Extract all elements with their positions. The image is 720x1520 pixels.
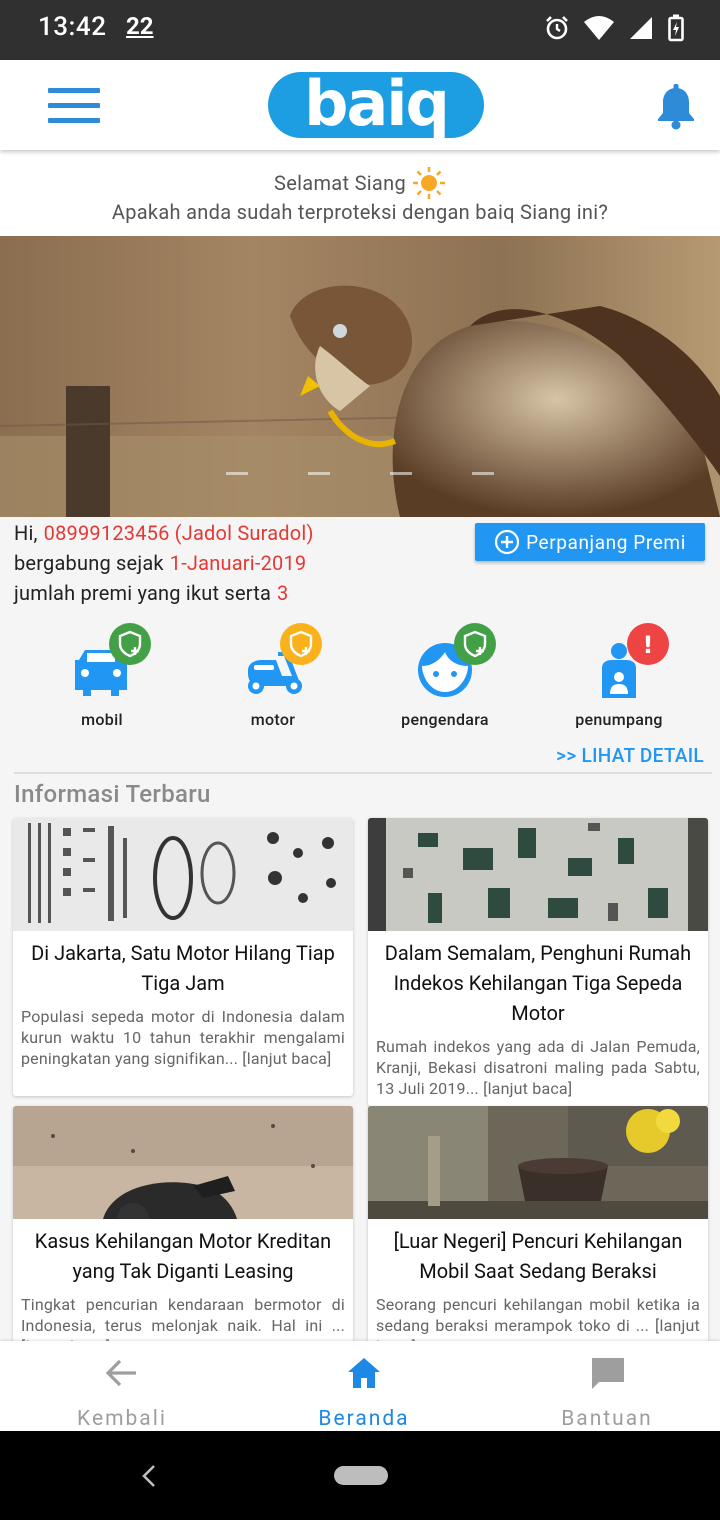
news-image-parts — [13, 818, 353, 931]
joined-row: bergabung sejak 1-Januari-2019 — [14, 551, 306, 575]
sun-icon — [412, 167, 445, 199]
coverage-pengendara[interactable]: pengendara — [370, 620, 520, 735]
notification-bell-icon[interactable] — [654, 84, 698, 130]
joined-label: bergabung sejak — [14, 551, 164, 575]
greeting-line: Selamat Siang — [0, 166, 720, 200]
divider — [14, 772, 712, 774]
news-image — [13, 818, 353, 931]
nav-label: Kembali — [77, 1407, 167, 1431]
coverage-label: pengendara — [401, 710, 489, 729]
joined-date: 1-Januari-2019 — [169, 551, 307, 575]
arrow-left-icon — [105, 1359, 136, 1387]
shield-badge — [109, 623, 151, 665]
premi-count: 3 — [277, 581, 289, 605]
passenger-icon: ! — [602, 623, 669, 698]
scooter-icon — [248, 623, 322, 694]
signal-icon — [630, 17, 652, 39]
news-title: [Luar Negeri] Pencuri Kehilangan Mobil S… — [393, 1229, 683, 1283]
bottom-navigation: Kembali Beranda Bantuan — [0, 1341, 720, 1431]
status-bar: 13:42 22 — [0, 0, 720, 60]
nav-bantuan[interactable]: Bantuan — [487, 1341, 720, 1431]
user-greeting-row: Hi, 08999123456 (Jadol Suradol) — [14, 521, 314, 545]
coverage-penumpang[interactable]: ! penumpang — [544, 620, 694, 735]
carousel-dot[interactable] — [472, 472, 494, 475]
news-card[interactable]: Di Jakarta, Satu Motor Hilang Tiap Tiga … — [13, 818, 353, 1096]
svg-text:!: ! — [643, 631, 654, 659]
baiq-logo: baiq — [268, 72, 484, 138]
news-image — [368, 1106, 708, 1219]
perpanjang-label: Perpanjang Premi — [526, 530, 686, 554]
news-image-parts — [368, 818, 708, 931]
premi-row: jumlah premi yang ikut serta 3 — [14, 581, 289, 605]
banner-carousel[interactable] — [0, 236, 720, 517]
menu-icon[interactable] — [48, 88, 102, 124]
hi-label: Hi, — [14, 521, 38, 545]
logo-text: baiq — [304, 72, 448, 138]
nav-label: Bantuan — [561, 1407, 653, 1431]
system-back-icon[interactable] — [138, 1463, 160, 1489]
status-time: 13:42 — [38, 12, 107, 42]
news-card[interactable]: Dalam Semalam, Penghuni Rumah Indekos Ke… — [368, 818, 708, 1106]
premi-label: jumlah premi yang ikut serta — [14, 581, 272, 605]
news-card[interactable]: [Luar Negeri] Pencuri Kehilangan Mobil S… — [368, 1106, 708, 1366]
carousel-dot[interactable] — [390, 472, 412, 475]
nav-kembali[interactable]: Kembali — [2, 1341, 242, 1431]
user-info: Hi, 08999123456 (Jadol Suradol) bergabung… — [0, 517, 720, 617]
car-icon — [75, 623, 151, 696]
add-circle-icon — [494, 529, 520, 555]
coverage-mobil[interactable]: mobil — [27, 620, 177, 735]
status-notification-count: 22 — [126, 12, 154, 40]
coverage-label: motor — [250, 710, 296, 729]
news-desc: Rumah indekos yang ada di Jalan Pemuda, … — [376, 1037, 700, 1098]
news-title: Di Jakarta, Satu Motor Hilang Tiap Tiga … — [31, 941, 335, 995]
nav-beranda[interactable]: Beranda — [244, 1341, 484, 1431]
news-title: Kasus Kehilangan Motor Kreditan yang Tak… — [34, 1229, 332, 1283]
news-desc: Populasi sepeda motor di Indonesia dalam… — [21, 1007, 345, 1068]
home-icon — [348, 1358, 380, 1388]
shield-badge — [280, 623, 322, 665]
coverage-label: mobil — [81, 710, 123, 729]
shield-badge — [454, 623, 496, 665]
greeting-question: Apakah anda sudah terproteksi dengan bai… — [111, 200, 609, 224]
alarm-icon — [546, 16, 568, 40]
chat-icon — [592, 1358, 624, 1389]
user-phone-name: 08999123456 (Jadol Suradol) — [43, 521, 314, 545]
carousel-dot[interactable] — [308, 472, 330, 475]
carousel-indicators — [0, 468, 720, 480]
nav-label: Beranda — [318, 1407, 410, 1431]
news-image — [13, 1106, 353, 1219]
battery-icon — [668, 14, 684, 42]
news-image-motor — [13, 1106, 353, 1219]
carousel-dot[interactable] — [226, 472, 248, 475]
news-section-title: Informasi Terbaru — [14, 780, 211, 808]
lihat-detail-link[interactable]: >> LIHAT DETAIL — [556, 744, 704, 767]
system-home-pill[interactable] — [334, 1466, 388, 1485]
app-bar: baiq — [0, 60, 720, 150]
news-image-still-life — [368, 1106, 708, 1219]
status-icons — [544, 12, 684, 44]
news-image — [368, 818, 708, 931]
news-card[interactable]: Kasus Kehilangan Motor Kreditan yang Tak… — [13, 1106, 353, 1366]
wifi-icon — [584, 16, 614, 40]
coverage-motor[interactable]: motor — [198, 620, 348, 735]
face-icon — [418, 623, 496, 697]
greeting-text: Selamat Siang — [274, 171, 406, 195]
perpanjang-premi-button[interactable]: Perpanjang Premi — [475, 523, 705, 561]
news-title: Dalam Semalam, Penghuni Rumah Indekos Ke… — [384, 941, 692, 1025]
greeting-section: Selamat Siang Apakah anda sudah terprote… — [0, 150, 720, 236]
app-screen: 13:42 22 baiq Selamat Siang Apakah anda … — [0, 0, 720, 1520]
system-navigation-bar — [0, 1431, 720, 1520]
coverage-label: penumpang — [575, 710, 663, 729]
